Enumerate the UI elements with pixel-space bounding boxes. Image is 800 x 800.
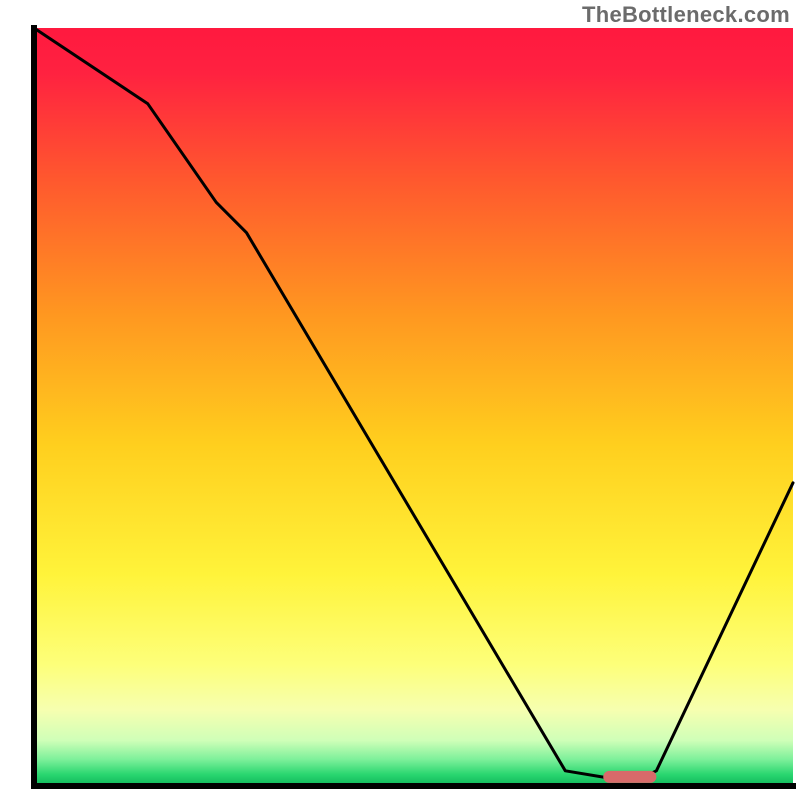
gradient-background <box>34 28 793 786</box>
bottleneck-chart: TheBottleneck.com <box>0 0 800 800</box>
optimal-range-marker <box>603 771 656 783</box>
chart-canvas <box>0 0 800 800</box>
plot-area <box>34 28 793 786</box>
watermark-text: TheBottleneck.com <box>582 2 790 28</box>
